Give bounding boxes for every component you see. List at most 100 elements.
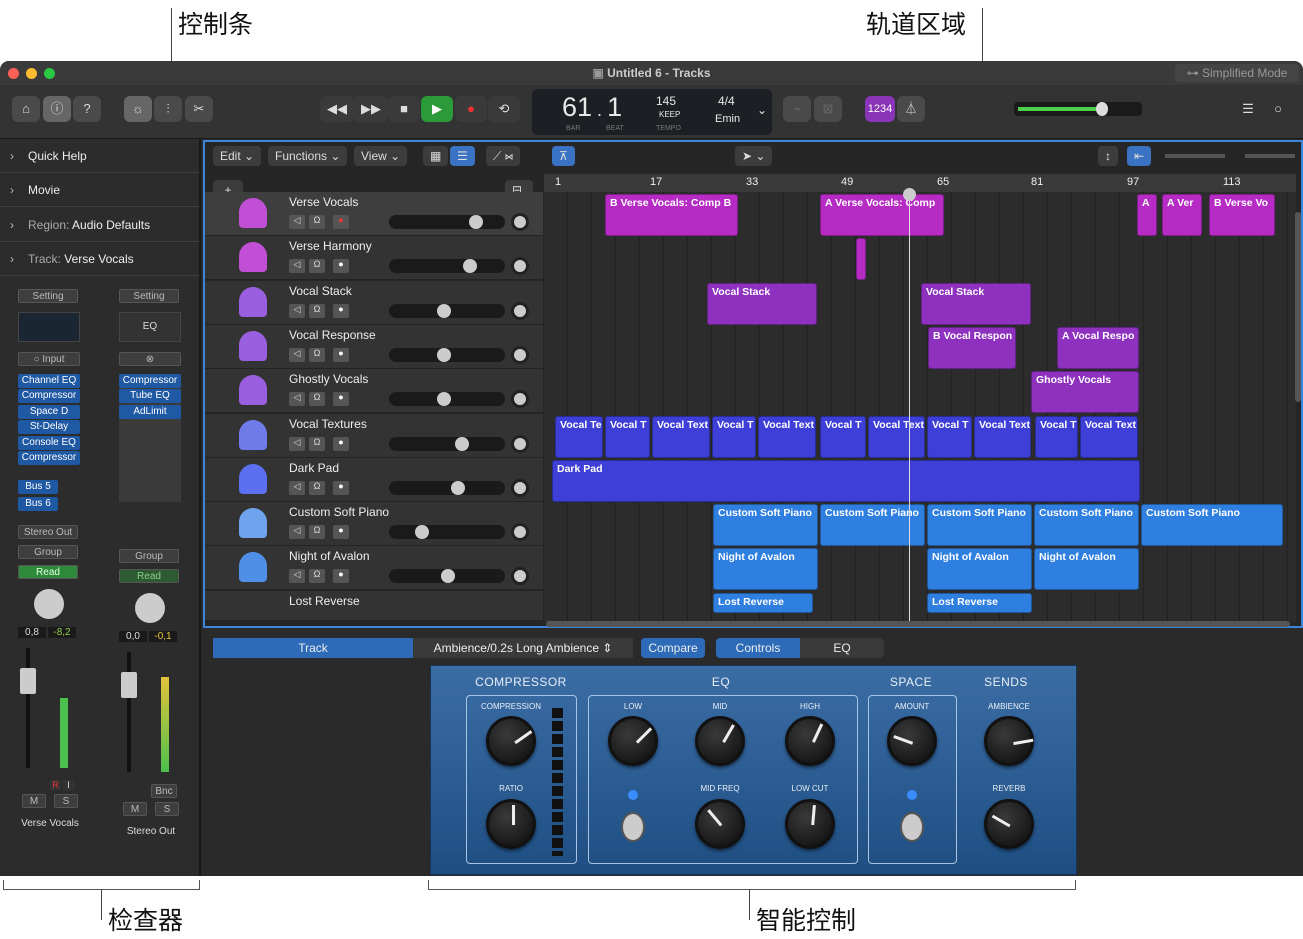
mid-knob[interactable] [695, 716, 745, 766]
plugin-slot[interactable]: Compressor [18, 450, 80, 465]
mid-freq-knob[interactable] [695, 799, 745, 849]
zoom-button[interactable] [44, 68, 55, 79]
region[interactable]: A Ver [1162, 194, 1202, 236]
volume-knob[interactable] [463, 259, 477, 274]
bounce-button[interactable]: Bnc [151, 784, 177, 798]
mute-icon[interactable]: ◁ [289, 215, 305, 229]
mute-icon[interactable]: ◁ [289, 347, 305, 362]
volume-knob[interactable] [451, 480, 465, 495]
list-editors-button[interactable]: ☰ [1234, 96, 1262, 122]
record-icon[interactable]: ● [333, 436, 349, 451]
track-volume-slider[interactable] [389, 480, 505, 495]
track-name[interactable]: Custom Soft Piano [289, 505, 389, 519]
ruler[interactable]: 1 17 33 49 65 81 97 113 [544, 174, 1296, 192]
region[interactable]: Vocal Text [652, 415, 710, 458]
forward-button[interactable]: ▶▶ [354, 96, 388, 122]
pointer-tool[interactable]: ➤ ⌄ [735, 146, 773, 166]
region[interactable]: Vocal T [1035, 415, 1078, 458]
pan-knob[interactable] [34, 588, 64, 619]
plugin-slot[interactable]: Console EQ [18, 435, 80, 450]
grid-view-button[interactable]: ▦ [423, 146, 449, 166]
input-slot[interactable]: ○ Input [18, 352, 80, 366]
volume-knob[interactable] [1096, 102, 1108, 116]
headphones-icon[interactable]: Ω [309, 480, 325, 495]
controls-tab[interactable]: Controls [716, 638, 800, 658]
headphones-icon[interactable]: Ω [309, 259, 325, 274]
solo-button[interactable]: S [54, 793, 78, 808]
track-header[interactable]: Lost Reverse [205, 591, 543, 621]
send-slot[interactable]: Bus 6 [18, 496, 58, 511]
low-knob[interactable] [608, 716, 658, 766]
eq-toggle-switch[interactable] [621, 812, 645, 842]
vertical-zoom-button[interactable]: ↕ [1098, 146, 1118, 166]
pan-knob[interactable] [511, 301, 529, 320]
volume-fader[interactable] [119, 652, 179, 780]
track-volume-slider[interactable] [389, 303, 505, 318]
region[interactable]: Custom Soft Piano [1141, 504, 1283, 547]
pan-knob[interactable] [135, 593, 165, 623]
region[interactable]: B Verse Vocals: Comp B [605, 194, 738, 236]
region[interactable]: Custom Soft Piano [1034, 504, 1139, 547]
library-button[interactable]: ⌂ [12, 96, 40, 122]
volume-knob[interactable] [437, 347, 451, 362]
snap-button[interactable]: ⊼ [552, 146, 575, 166]
region[interactable]: Dark Pad [552, 459, 1140, 502]
record-icon[interactable]: ● [333, 347, 349, 362]
inspector-button[interactable]: ⓘ [43, 96, 71, 122]
region[interactable]: Vocal Text [1080, 415, 1138, 458]
automation-mode[interactable]: Read [119, 569, 179, 583]
region[interactable]: Night of Avalon [713, 548, 818, 591]
replace-button[interactable]: ⊠ [814, 96, 842, 122]
track-volume-slider[interactable] [389, 392, 505, 407]
space-toggle-switch[interactable] [900, 812, 924, 842]
stop-button[interactable]: ■ [388, 96, 420, 122]
quick-help-button[interactable]: ? [73, 96, 101, 122]
stereo-link-slot[interactable]: ⊗ [119, 352, 181, 366]
inspector-quick-help[interactable]: › Quick Help [0, 139, 200, 173]
low-cut-knob[interactable] [785, 799, 835, 849]
region[interactable]: Vocal Text [868, 415, 925, 458]
input-monitor[interactable]: I [63, 779, 74, 790]
plugin-slot[interactable]: Space D [18, 404, 80, 419]
volume-knob[interactable] [437, 303, 451, 318]
headphones-icon[interactable]: Ω [309, 525, 325, 540]
region[interactable]: Vocal T [712, 415, 756, 458]
region[interactable]: B Vocal Respon [928, 326, 1016, 369]
mixer-button[interactable]: ⫶ [154, 96, 182, 122]
track-tab[interactable]: Track [213, 638, 413, 658]
pan-knob[interactable] [511, 567, 529, 586]
compare-button[interactable]: Compare [641, 638, 705, 658]
volume-knob[interactable] [437, 392, 451, 407]
track-name[interactable]: Verse Harmony [289, 239, 372, 253]
eq-tab[interactable]: EQ [800, 638, 884, 658]
plugin-slot[interactable]: AdLimit [119, 404, 181, 419]
track-volume-slider[interactable] [389, 347, 505, 362]
region[interactable]: Custom Soft Piano [927, 504, 1032, 547]
setting-button[interactable]: Setting [119, 289, 179, 303]
group-slot[interactable]: Group [18, 544, 78, 559]
horizontal-scrollbar[interactable] [546, 621, 1290, 627]
tuner-button[interactable]: ⌁ [783, 96, 811, 122]
eq-thumbnail[interactable]: EQ [119, 312, 181, 342]
mute-icon[interactable]: ◁ [289, 392, 305, 407]
track-header[interactable]: Dark Pad ◁ Ω ● [205, 457, 543, 502]
record-icon[interactable]: ● [333, 569, 349, 584]
mute-icon[interactable]: ◁ [289, 436, 305, 451]
reverb-knob[interactable] [984, 799, 1034, 849]
inspector-region[interactable]: › Region: Audio Defaults [0, 208, 200, 242]
mute-button[interactable]: M [123, 802, 147, 816]
region[interactable]: Vocal Text [974, 415, 1031, 458]
metronome-button[interactable]: ⏃ [897, 96, 925, 122]
region[interactable]: Ghostly Vocals [1031, 371, 1139, 414]
play-button[interactable]: ▶ [421, 96, 453, 122]
smart-controls-button[interactable]: ☼ [124, 96, 152, 122]
track-name[interactable]: Night of Avalon [289, 549, 370, 563]
send-slot[interactable]: Bus 5 [18, 479, 58, 494]
compression-knob[interactable] [486, 716, 536, 766]
vertical-scrollbar[interactable] [1295, 212, 1301, 402]
headphones-icon[interactable]: Ω [309, 347, 325, 362]
pan-knob[interactable] [511, 257, 529, 276]
pan-knob[interactable] [511, 434, 529, 453]
plugin-slot[interactable]: Compressor [18, 389, 80, 404]
track-header[interactable]: Ghostly Vocals ◁ Ω ● [205, 369, 543, 414]
